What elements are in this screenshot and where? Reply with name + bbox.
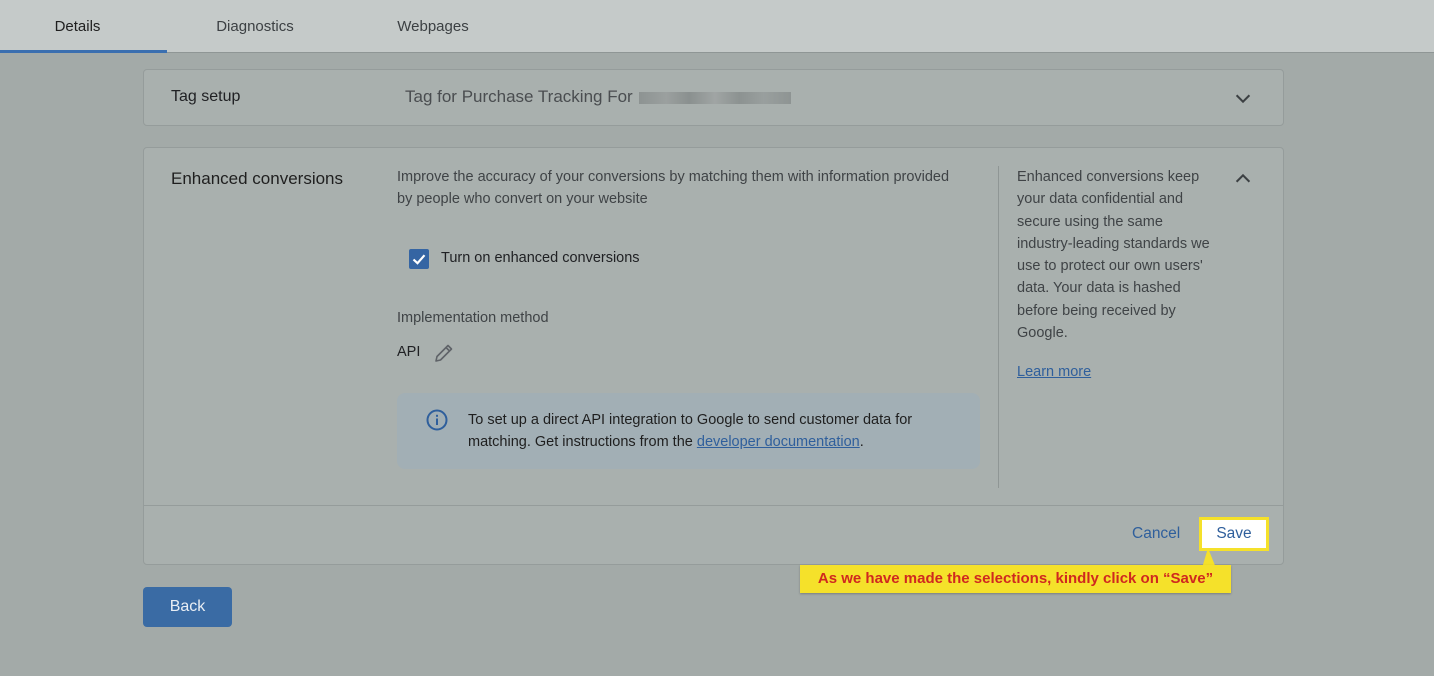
pencil-icon[interactable] — [432, 341, 456, 365]
instruction-callout: As we have made the selections, kindly c… — [800, 565, 1231, 593]
tab-diagnostics[interactable]: Diagnostics — [200, 0, 310, 52]
cancel-button[interactable]: Cancel — [1132, 525, 1180, 543]
checkmark-icon — [412, 254, 426, 265]
implementation-method-value: API — [397, 344, 421, 360]
tab-webpages[interactable]: Webpages — [380, 0, 486, 52]
side-help-text: Enhanced conversions keep your data conf… — [1017, 169, 1210, 342]
chevron-down-icon[interactable] — [1232, 87, 1254, 109]
tab-bar: Details Diagnostics Webpages — [0, 0, 1434, 53]
implementation-method-label: Implementation method — [397, 310, 549, 326]
back-button[interactable]: Back — [143, 587, 232, 627]
chevron-up-icon[interactable] — [1232, 168, 1254, 190]
horizontal-divider — [144, 505, 1283, 506]
redacted-text — [638, 91, 791, 104]
enhanced-conversions-description: Improve the accuracy of your conversions… — [397, 169, 950, 207]
info-text: To set up a direct API integration to Go… — [468, 412, 913, 450]
info-icon — [426, 409, 448, 431]
enhanced-conversions-card: Enhanced conversions Improve the accurac… — [143, 147, 1284, 565]
learn-more-link[interactable]: Learn more — [1017, 364, 1091, 380]
vertical-divider — [998, 166, 999, 488]
checkbox-label: Turn on enhanced conversions — [441, 250, 640, 266]
info-box: To set up a direct API integration to Go… — [397, 393, 980, 469]
enhanced-conversions-checkbox[interactable] — [409, 249, 429, 269]
tag-setup-label: Tag setup — [171, 88, 241, 105]
developer-documentation-link[interactable]: developer documentation — [697, 434, 860, 450]
tab-details[interactable]: Details — [0, 0, 155, 52]
save-button[interactable]: Save — [1199, 517, 1269, 551]
active-tab-indicator — [0, 50, 167, 53]
enhanced-conversions-title: Enhanced conversions — [171, 169, 344, 188]
tag-setup-value: Tag for Purchase Tracking For — [405, 87, 791, 107]
tag-setup-card[interactable]: Tag setup Tag for Purchase Tracking For — [143, 69, 1284, 126]
